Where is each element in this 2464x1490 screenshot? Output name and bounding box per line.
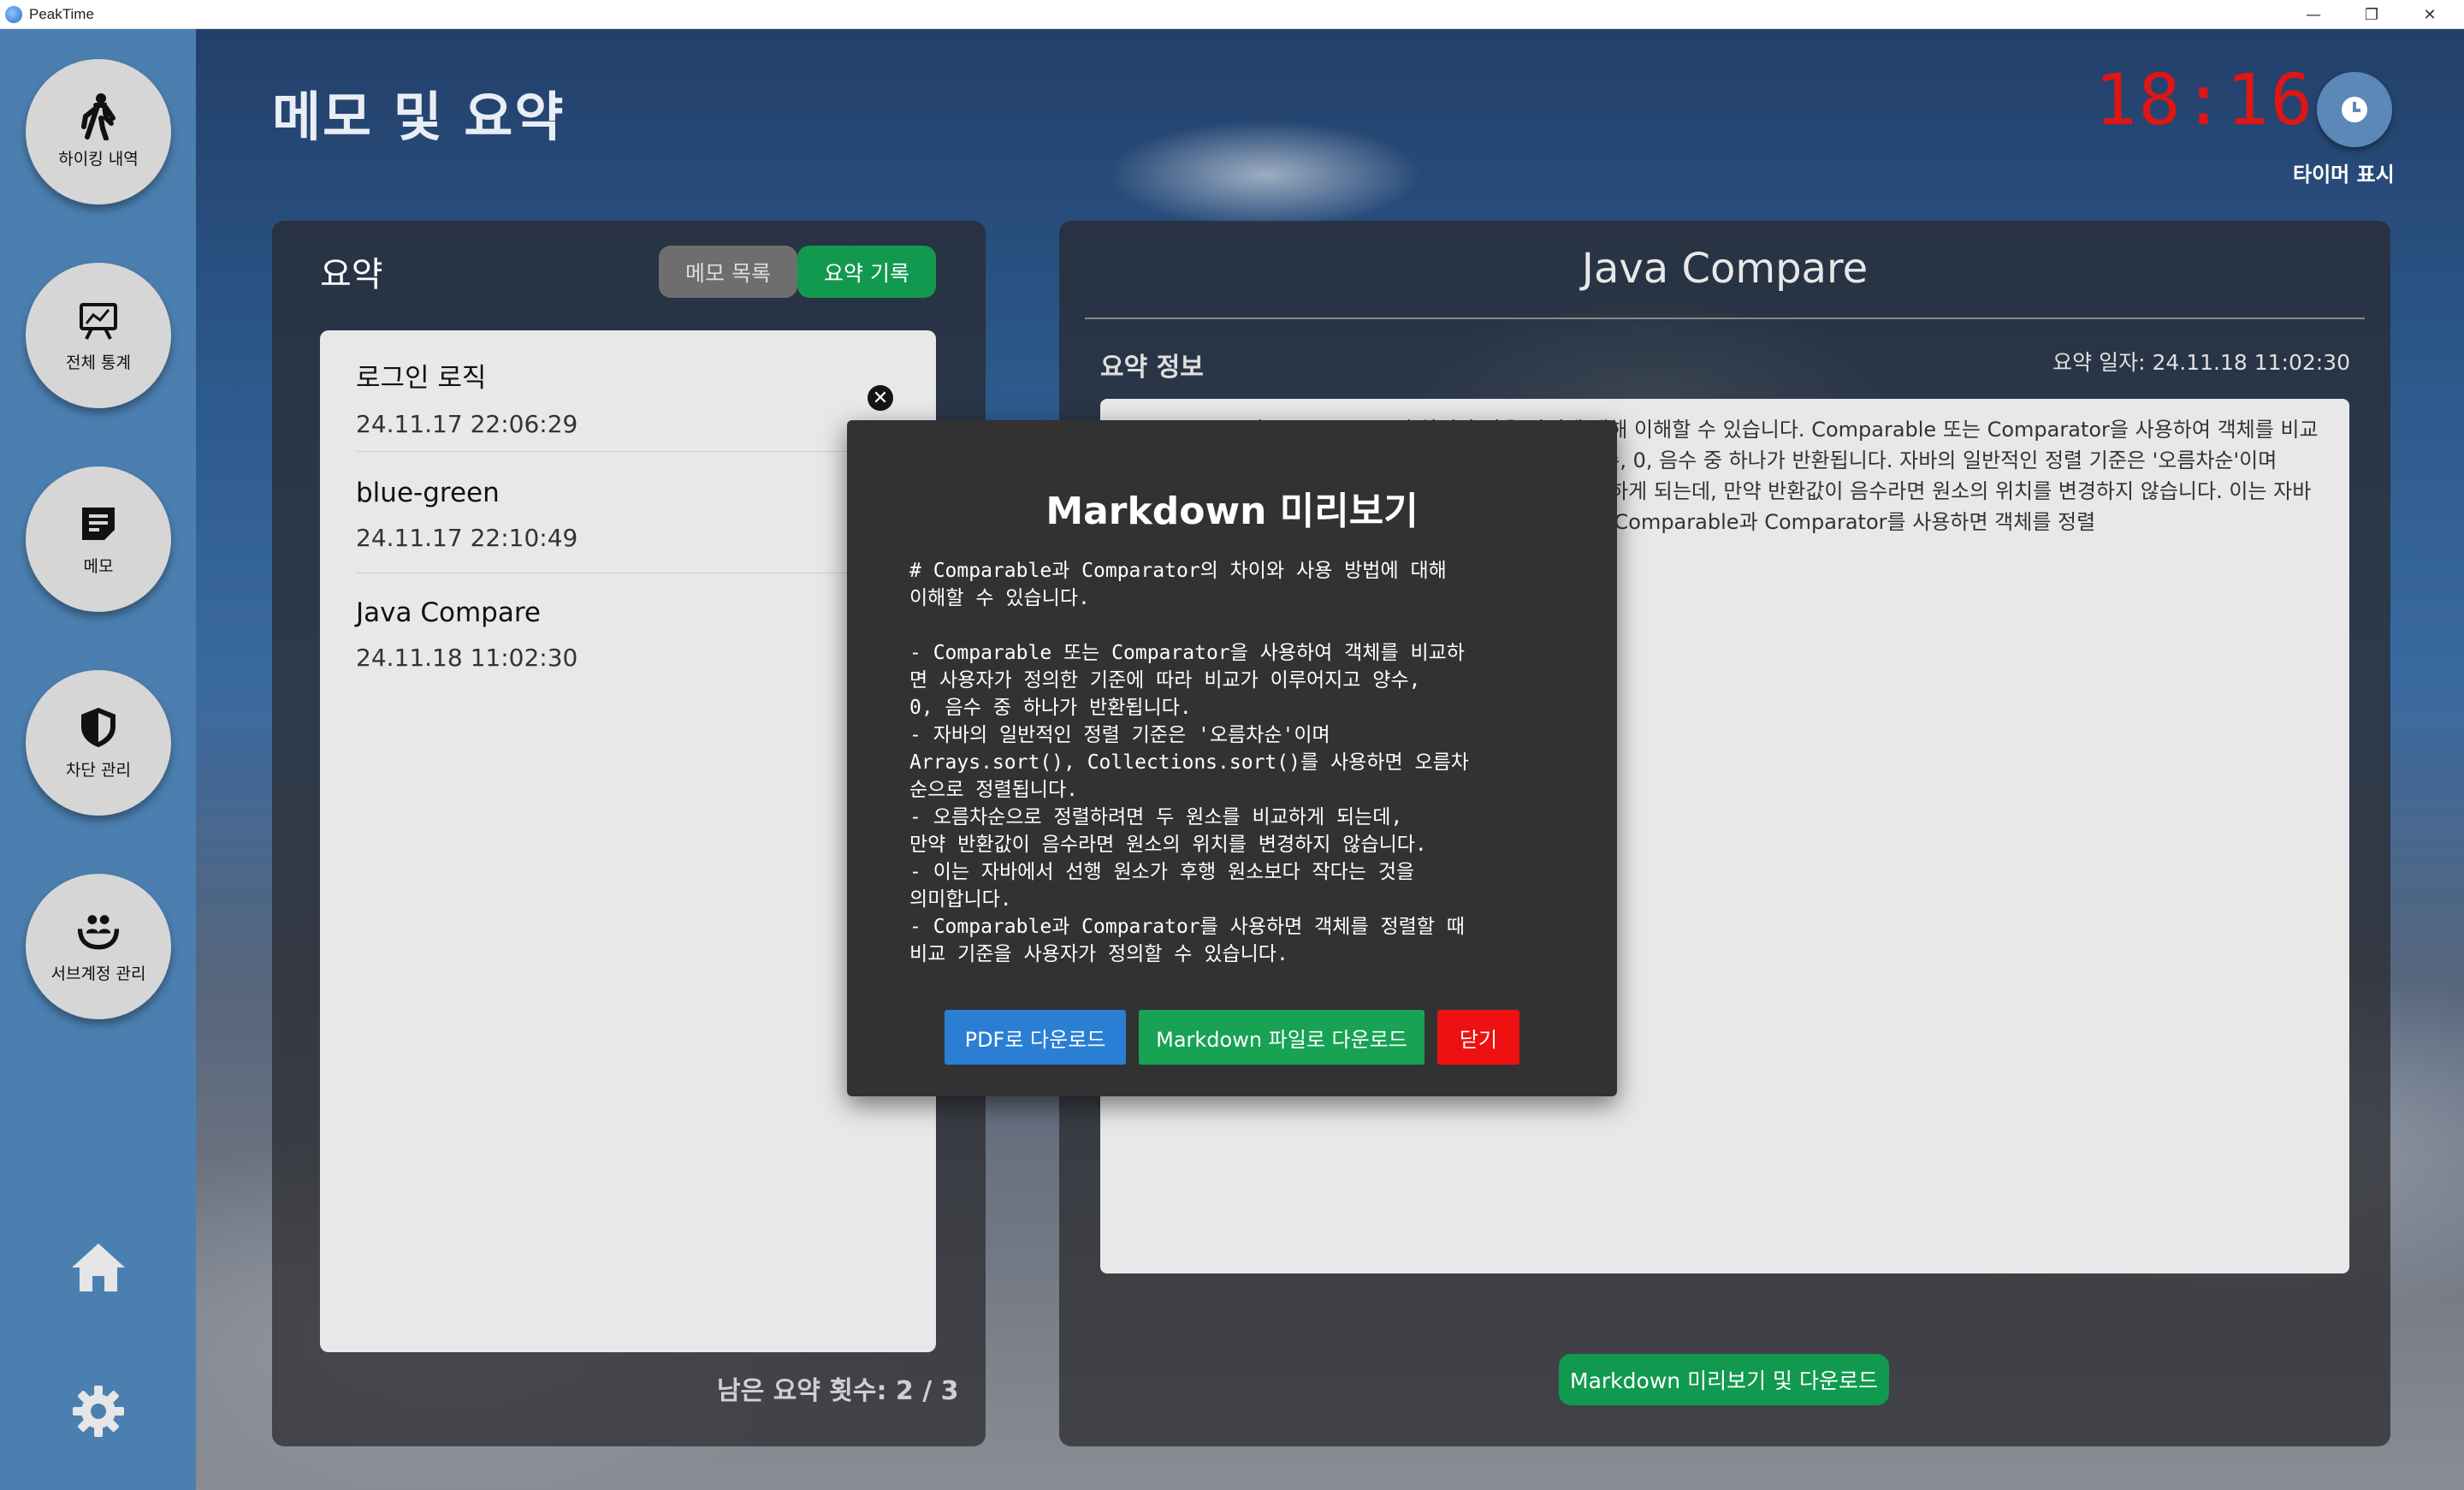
sidebar-item-block-management[interactable]: 차단 관리 bbox=[26, 670, 171, 816]
window-titlebar: PeakTime — ❐ ✕ bbox=[0, 0, 2464, 29]
markdown-preview-modal: Markdown 미리보기 # Comparable과 Comparator의 … bbox=[847, 420, 1617, 1096]
shield-icon bbox=[77, 706, 120, 749]
clock-display: 18:16 bbox=[2094, 60, 2314, 141]
sidebar-item-label: 메모 bbox=[83, 556, 114, 576]
gear-icon bbox=[73, 1386, 124, 1437]
timer-toggle-button[interactable] bbox=[2317, 72, 2392, 147]
list-item-title: Java Compare bbox=[356, 597, 541, 628]
summary-date: 요약 일자: 24.11.18 11:02:30 bbox=[2052, 350, 2350, 375]
list-item-date: 24.11.17 22:10:49 bbox=[356, 524, 578, 552]
sidebar-item-hiking-history[interactable]: 하이킹 내역 bbox=[26, 59, 171, 205]
settings-button[interactable] bbox=[68, 1381, 128, 1441]
sidebar-item-label: 전체 통계 bbox=[66, 353, 131, 372]
clock-icon bbox=[2342, 97, 2367, 122]
list-item-date: 24.11.17 22:06:29 bbox=[356, 410, 578, 438]
sidebar-item-memo[interactable]: 메모 bbox=[26, 466, 171, 612]
remaining-summary-count: 남은 요약 횟수: 2 / 3 bbox=[717, 1376, 959, 1406]
sidebar-item-label: 하이킹 내역 bbox=[58, 149, 139, 169]
list-item[interactable]: blue-green 24.11.17 22:10:49 bbox=[356, 478, 886, 573]
chart-board-icon bbox=[77, 299, 120, 341]
timer-label: 타이머 표시 bbox=[2293, 163, 2395, 187]
home-icon bbox=[72, 1244, 125, 1291]
memo-icon bbox=[77, 502, 120, 545]
markdown-preview-download-button[interactable]: Markdown 미리보기 및 다운로드 bbox=[1559, 1354, 1889, 1405]
markdown-content: # Comparable과 Comparator의 차이와 사용 방법에 대해 … bbox=[909, 560, 1469, 965]
app-logo-icon bbox=[5, 5, 22, 23]
download-pdf-button[interactable]: PDF로 다운로드 bbox=[945, 1010, 1126, 1065]
window-title: PeakTime bbox=[29, 5, 94, 22]
close-modal-button[interactable]: 닫기 bbox=[1437, 1010, 1519, 1065]
summary-title: Java Compare bbox=[1581, 245, 1869, 293]
list-item[interactable]: Java Compare 24.11.18 11:02:30 bbox=[356, 597, 886, 693]
tab-memo-list[interactable]: 메모 목록 bbox=[659, 246, 797, 298]
download-markdown-button[interactable]: Markdown 파일로 다운로드 bbox=[1139, 1010, 1424, 1065]
people-hands-icon bbox=[77, 910, 120, 953]
sidebar-item-label: 서브계정 관리 bbox=[50, 964, 146, 983]
title-divider bbox=[1085, 318, 2365, 319]
left-panel-heading: 요약 bbox=[320, 255, 383, 294]
delete-item-icon[interactable]: ✕ bbox=[868, 385, 893, 411]
list-item[interactable]: 로그인 로직 24.11.17 22:06:29 bbox=[356, 356, 886, 452]
hiker-icon bbox=[77, 92, 120, 140]
sidebar-item-label: 차단 관리 bbox=[66, 760, 131, 780]
tab-summary-history[interactable]: 요약 기록 bbox=[797, 246, 936, 298]
summary-list: 로그인 로직 24.11.17 22:06:29 blue-green 24.1… bbox=[320, 330, 936, 1352]
close-window-button[interactable]: ✕ bbox=[2396, 0, 2464, 29]
sidebar: 하이킹 내역 전체 통계 메모 차단 관리 서브계정 관리 bbox=[0, 29, 196, 1490]
home-button[interactable] bbox=[68, 1238, 128, 1297]
sidebar-item-statistics[interactable]: 전체 통계 bbox=[26, 263, 171, 408]
modal-title: Markdown 미리보기 bbox=[1045, 490, 1419, 533]
list-item-title: 로그인 로직 bbox=[356, 363, 487, 394]
sidebar-item-subaccount-management[interactable]: 서브계정 관리 bbox=[26, 874, 171, 1019]
list-item-date: 24.11.18 11:02:30 bbox=[356, 644, 578, 672]
summary-info-label: 요약 정보 bbox=[1100, 353, 1204, 383]
list-item-title: blue-green bbox=[356, 478, 500, 508]
page-title: 메모 및 요약 bbox=[272, 86, 566, 148]
